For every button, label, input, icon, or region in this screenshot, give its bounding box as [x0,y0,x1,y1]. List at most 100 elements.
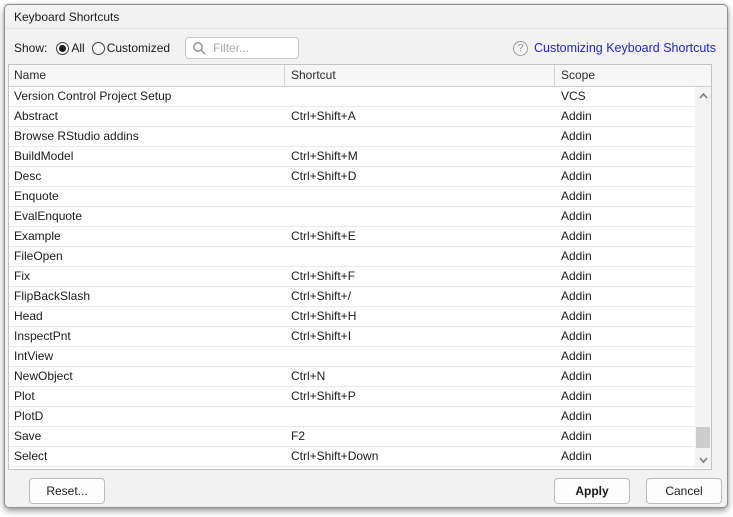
cell-name: FileOpen [14,249,63,263]
cell-scope: Addin [561,429,592,443]
table-row[interactable]: Browse RStudio addins Addin [9,127,711,147]
cell-name: Head [14,309,43,323]
cell-name: NewObject [14,369,73,383]
table-row[interactable]: Abstract Ctrl+Shift+A Addin [9,107,711,127]
cell-scope: Addin [561,349,592,363]
cell-name: Save [14,429,41,443]
cell-name: BuildModel [14,149,73,163]
cell-scope: Addin [561,129,592,143]
cell-scope: Addin [561,449,592,463]
cell-shortcut: Ctrl+Shift+E [291,229,356,243]
table-row[interactable]: NewObject Ctrl+N Addin [9,367,711,387]
column-separator [554,65,555,87]
cancel-button[interactable]: Cancel [646,478,722,504]
dialog-title: Keyboard Shortcuts [14,10,119,24]
table-row[interactable]: Plot Ctrl+Shift+P Addin [9,387,711,407]
cell-scope: Addin [561,109,592,123]
search-icon [192,41,206,55]
apply-button[interactable]: Apply [554,478,630,504]
table-row[interactable]: Select Ctrl+Shift+Down Addin [9,447,711,467]
cell-scope: VCS [561,89,586,103]
customizing-shortcuts-link[interactable]: Customizing Keyboard Shortcuts [534,41,716,55]
cell-scope: Addin [561,369,592,383]
table-header: Name Shortcut Scope [9,65,711,87]
toolbar: Show: All Customized ? Customizing Keybo… [14,36,716,60]
reset-button[interactable]: Reset... [29,478,105,504]
cell-scope: Addin [561,269,592,283]
cell-shortcut: Ctrl+Shift+D [291,169,356,183]
table-row[interactable]: Head Ctrl+Shift+H Addin [9,307,711,327]
cell-scope: Addin [561,409,592,423]
cell-scope: Addin [561,389,592,403]
cell-name: Select [14,449,47,463]
cell-scope: Addin [561,209,592,223]
radio-customized[interactable]: Customized [92,41,170,55]
cell-name: PlotD [14,409,43,423]
radio-customized-label[interactable]: Customized [107,41,170,55]
column-separator [284,65,285,87]
table-row[interactable]: Example Ctrl+Shift+E Addin [9,227,711,247]
table-row[interactable]: IntView Addin [9,347,711,367]
table-row[interactable]: EnquoteAddin [9,187,711,207]
cell-scope: Addin [561,309,592,323]
table-row[interactable]: BuildModel Ctrl+Shift+M Addin [9,147,711,167]
help-icon[interactable]: ? [513,41,528,56]
cell-name: Fix [14,269,30,283]
radio-all-circle[interactable] [56,42,69,55]
table-row[interactable]: Desc Ctrl+Shift+D Addin [9,167,711,187]
table-row[interactable]: EvalEnquote Addin [9,207,711,227]
cell-name: IntView [14,349,53,363]
cell-name: Desc [14,169,41,183]
table-row[interactable]: PlotD Addin [9,407,711,427]
table-rows: Version Control Project Setup VCS Abstract… [9,87,711,467]
cell-name: Example [14,229,61,243]
cell-shortcut: Ctrl+Shift+P [291,389,356,403]
help-area: ? Customizing Keyboard Shortcuts [513,41,716,56]
cell-shortcut: Ctrl+Shift+I [291,329,351,343]
cell-scope: Addin [561,329,592,343]
scroll-down-icon[interactable] [695,452,711,467]
column-header-name[interactable]: Name [14,68,46,82]
table-row[interactable]: Version Control Project Setup VCS [9,87,711,107]
vertical-scrollbar[interactable] [695,87,711,468]
cell-scope: Addin [561,169,592,183]
cell-name: Abstract [14,109,58,123]
dialog-titlebar[interactable]: Keyboard Shortcuts [5,5,727,29]
cell-scope: Addin [561,229,592,243]
cell-scope: Addin [561,189,592,203]
cell-scope: Addin [561,149,592,163]
cell-name: Plot [14,389,35,403]
table-body: Version Control Project Setup VCS Abstract… [9,87,711,468]
radio-customized-circle[interactable] [92,42,105,55]
cell-shortcut: Ctrl+Shift+M [291,149,358,163]
filter-wrap [185,37,299,59]
table-row[interactable]: Save F2 Addin [9,427,711,447]
keyboard-shortcuts-dialog: Keyboard Shortcuts Show: All Customized … [4,4,728,508]
radio-all-label[interactable]: All [71,41,84,55]
scroll-up-icon[interactable] [695,88,711,103]
cell-shortcut: Ctrl+Shift+Down [291,449,378,463]
column-header-scope[interactable]: Scope [561,68,595,82]
table-row[interactable]: FlipBackSlash Ctrl+Shift+/ Addin [9,287,711,307]
cell-scope: Addin [561,249,592,263]
scrollbar-thumb[interactable] [696,427,710,448]
table-row[interactable]: InspectPnt Ctrl+Shift+I Addin [9,327,711,347]
cell-shortcut: Ctrl+Shift+/ [291,289,351,303]
shortcuts-table: Name Shortcut Scope Version Control Proj… [8,64,712,470]
table-row[interactable]: FileOpen Addin [9,247,711,267]
cell-name: FlipBackSlash [14,289,90,303]
table-row[interactable]: Fix Ctrl+Shift+F Addin [9,267,711,287]
cell-name: EvalEnquote [14,209,82,223]
cell-scope: Addin [561,289,592,303]
column-header-shortcut[interactable]: Shortcut [291,68,336,82]
cell-name: InspectPnt [14,329,71,343]
cell-shortcut: F2 [291,429,305,443]
cell-name: Browse RStudio addins [14,129,139,143]
cell-shortcut: Ctrl+N [291,369,325,383]
cell-shortcut: Ctrl+Shift+F [291,269,355,283]
radio-all[interactable]: All [56,41,84,55]
cell-name: Version Control Project Setup [14,89,171,103]
show-label: Show: [14,41,47,55]
cell-shortcut: Ctrl+Shift+H [291,309,356,323]
cell-shortcut: Ctrl+Shift+A [291,109,356,123]
